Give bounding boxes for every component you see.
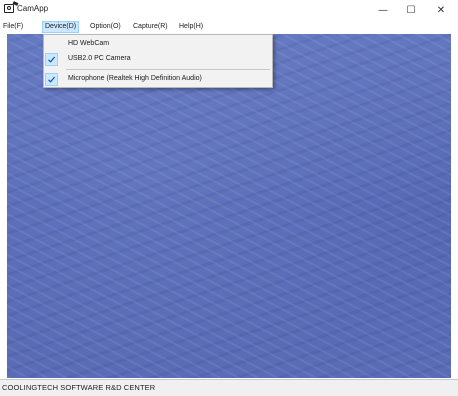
device-menu-item-label: USB2.0 PC Camera <box>68 55 131 62</box>
status-bar: COOLINGTECH SOFTWARE R&D CENTER <box>0 379 458 396</box>
device-menu-item-label: HD WebCam <box>68 40 110 47</box>
checkmark-icon <box>45 53 58 66</box>
device-dropdown-menu: HD WebCam USB2.0 PC Camera Microphone (R… <box>43 34 273 88</box>
device-menu-item-microphone[interactable]: Microphone (Realtek High Definition Audi… <box>44 72 272 87</box>
camera-app-icon <box>4 4 14 13</box>
maximize-button[interactable]: ☐ <box>396 0 426 20</box>
checkmark-icon <box>45 73 58 86</box>
menu-capture[interactable]: Capture(R) <box>131 21 170 33</box>
menu-bar: File(F) Device(D) Option(O) Capture(R) H… <box>0 20 458 34</box>
menu-option[interactable]: Option(O) <box>88 21 123 33</box>
device-menu-item-usb-camera[interactable]: USB2.0 PC Camera <box>44 52 272 67</box>
menu-file[interactable]: File(F) <box>1 21 25 33</box>
close-button[interactable]: ✕ <box>426 0 456 20</box>
window-title: CamApp <box>17 4 49 13</box>
title-bar: CamApp — ☐ ✕ <box>0 0 458 20</box>
device-menu-item-label: Microphone (Realtek High Definition Audi… <box>68 75 202 82</box>
device-menu-item-hd-webcam[interactable]: HD WebCam <box>44 37 272 52</box>
menu-device[interactable]: Device(D) <box>42 21 80 33</box>
menu-separator <box>66 69 270 70</box>
status-text: COOLINGTECH SOFTWARE R&D CENTER <box>2 383 156 392</box>
menu-help[interactable]: Help(H) <box>177 21 205 33</box>
minimize-button[interactable]: — <box>368 0 398 20</box>
